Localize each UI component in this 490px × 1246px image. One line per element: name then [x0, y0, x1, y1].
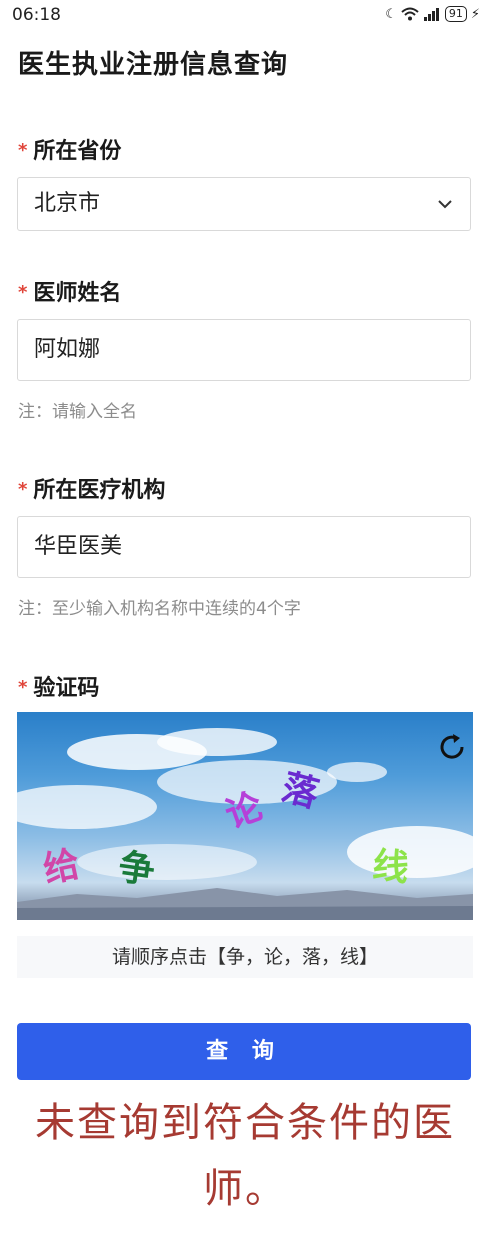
- name-label: * 医师姓名: [18, 275, 121, 307]
- status-icons: ☾ 91 ⚡: [385, 6, 480, 22]
- charging-icon: ⚡: [470, 6, 480, 22]
- captcha-char-2[interactable]: 争: [116, 838, 159, 895]
- institution-label: * 所在医疗机构: [18, 472, 165, 504]
- captcha-label: * 验证码: [18, 670, 99, 702]
- signal-icon: [423, 8, 439, 21]
- captcha-char-5[interactable]: 线: [370, 836, 411, 891]
- name-note: 注：请输入全名: [18, 402, 137, 422]
- page-title: 医生执业注册信息查询: [18, 50, 289, 80]
- status-bar: 06:18 ☾ 91 ⚡: [0, 0, 490, 32]
- institution-note: 注：至少输入机构名称中连续的4个字: [18, 599, 301, 619]
- required-mark: *: [18, 677, 28, 698]
- name-input[interactable]: 阿如娜: [17, 319, 471, 381]
- name-label-text: 医师姓名: [33, 281, 122, 306]
- required-mark: *: [18, 479, 28, 500]
- moon-icon: ☾: [385, 6, 397, 22]
- required-mark: *: [18, 140, 28, 161]
- province-value: 北京市: [34, 191, 101, 216]
- wifi-icon: [401, 7, 419, 21]
- province-label-text: 所在省份: [33, 139, 122, 164]
- institution-label-text: 所在医疗机构: [33, 478, 166, 503]
- institution-input[interactable]: 华臣医美: [17, 516, 471, 578]
- province-select[interactable]: 北京市: [17, 177, 471, 231]
- status-time: 06:18: [12, 5, 61, 25]
- query-button[interactable]: 查 询: [17, 1023, 471, 1080]
- province-label: * 所在省份: [18, 133, 121, 165]
- required-mark: *: [18, 282, 28, 303]
- battery-icon: 91: [444, 6, 467, 22]
- captcha-label-text: 验证码: [33, 676, 100, 701]
- captcha-image[interactable]: 给 争 论 落 线: [17, 712, 473, 920]
- result-message: 未查询到符合条件的医师。: [35, 1100, 455, 1212]
- captcha-hint: 请顺序点击【争，论，落，线】: [17, 936, 473, 978]
- refresh-icon[interactable]: [435, 730, 469, 764]
- chevron-down-icon: [438, 200, 452, 209]
